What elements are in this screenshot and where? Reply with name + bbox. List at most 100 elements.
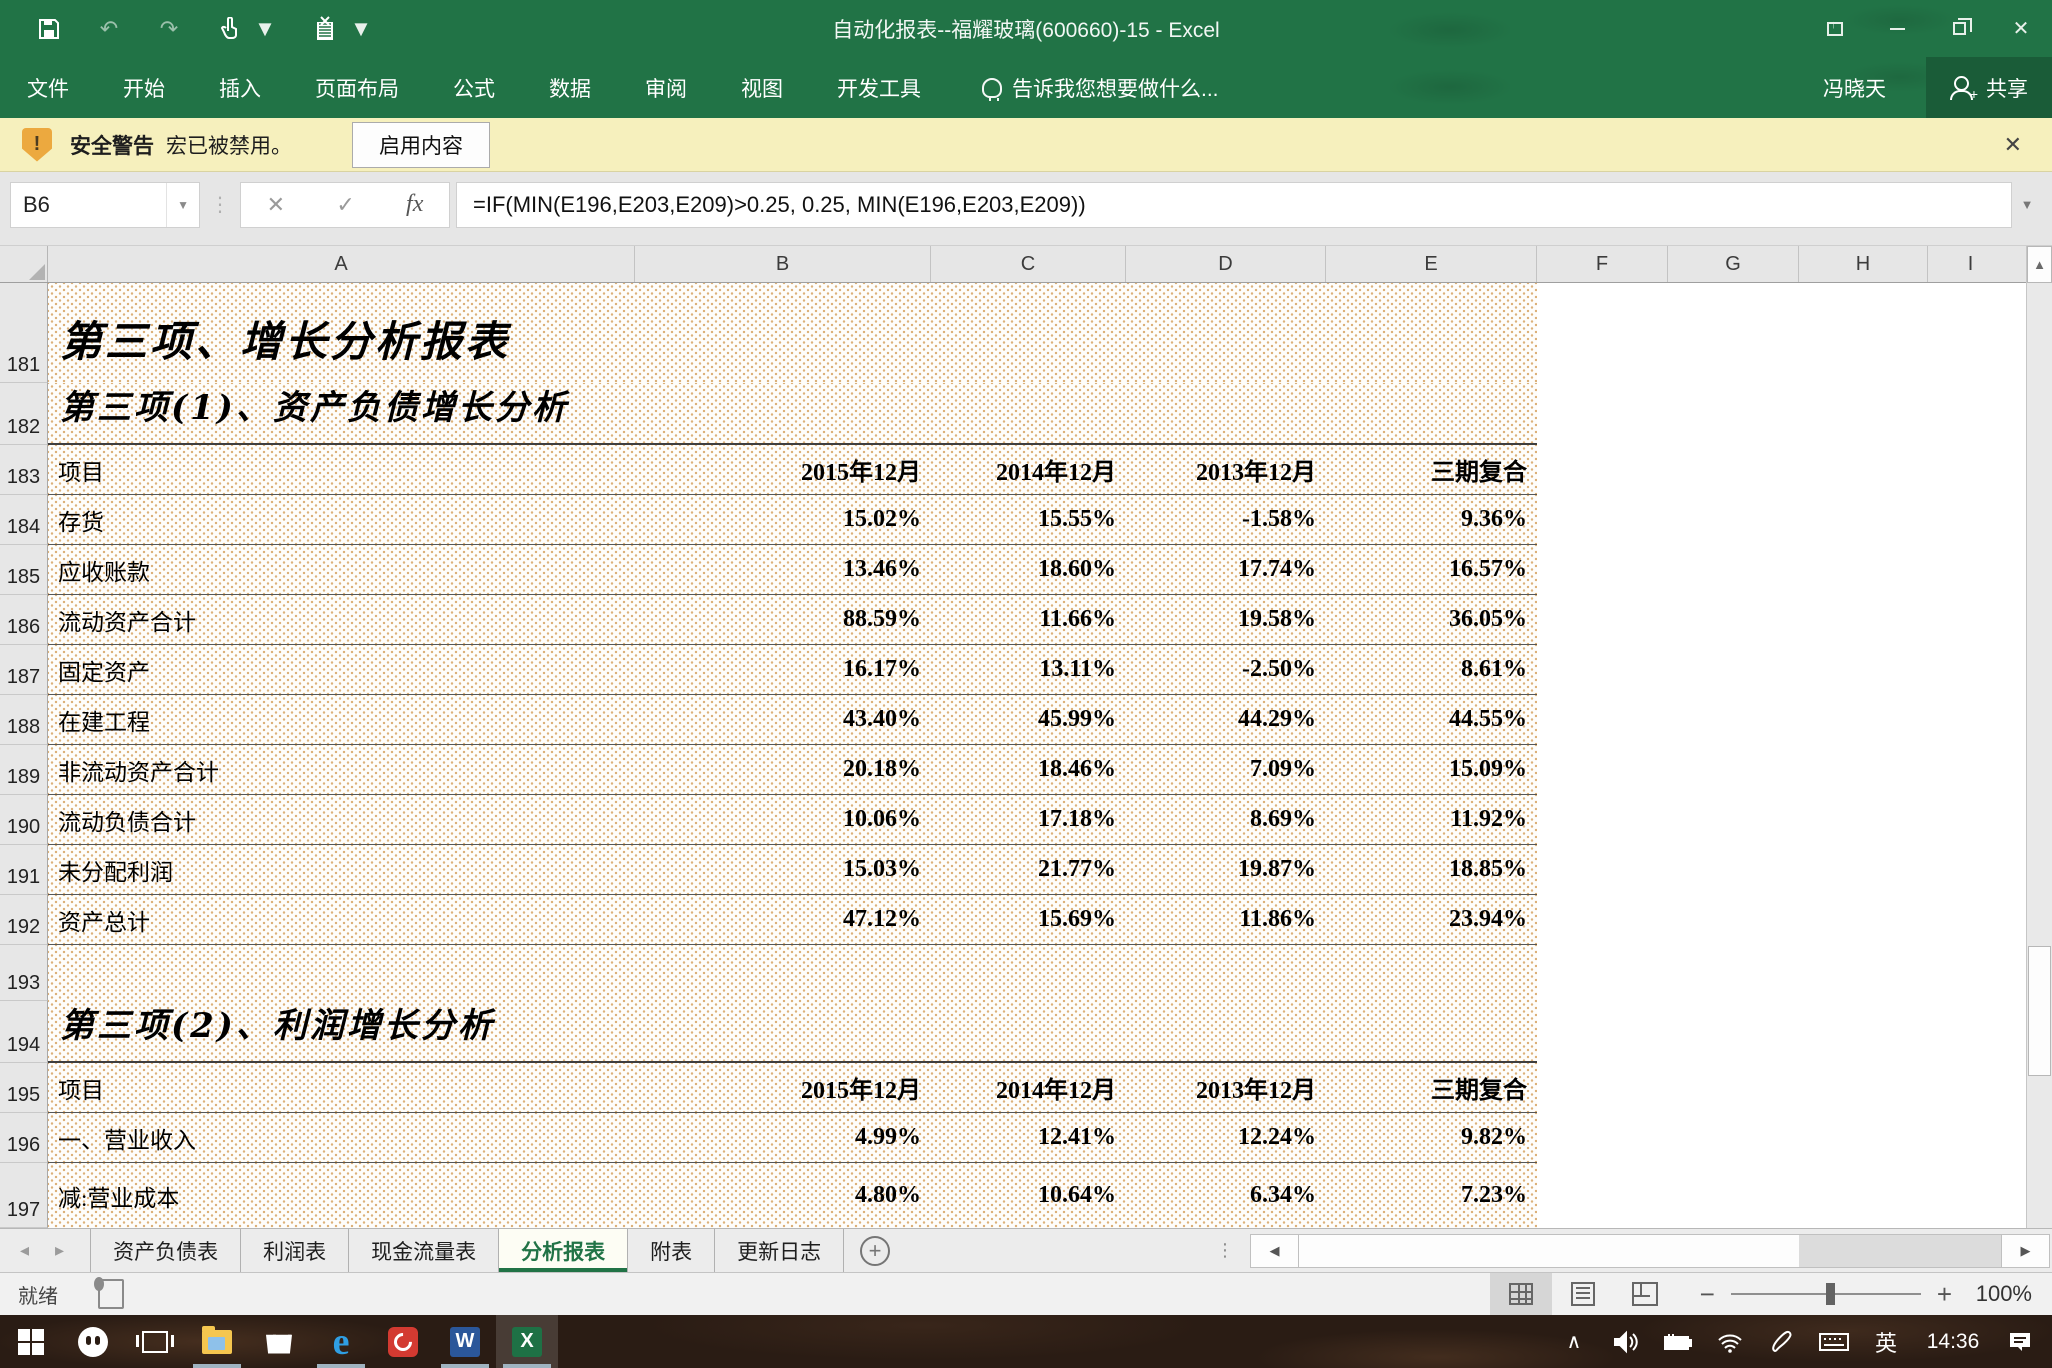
row-label[interactable]: 非流动资产合计 [48, 745, 635, 794]
cell-value[interactable]: 15.55% [931, 495, 1126, 544]
cell-value[interactable]: 15.03% [635, 845, 931, 894]
tab-review[interactable]: 审阅 [618, 57, 714, 118]
row-header-189[interactable]: 189 [0, 745, 48, 795]
zoom-slider[interactable] [1731, 1293, 1921, 1295]
empty-cells[interactable] [1537, 1001, 2026, 1063]
name-box-dropdown-icon[interactable]: ▼ [166, 183, 199, 227]
empty-cells[interactable] [1537, 283, 2026, 383]
file-explorer-button[interactable] [186, 1315, 248, 1368]
zoom-in-icon[interactable]: + [1937, 1279, 1952, 1310]
sheet-tab-balance[interactable]: 资产负债表 [90, 1229, 241, 1272]
cell-value[interactable]: 18.46% [931, 745, 1126, 794]
column-header-c[interactable]: C [931, 246, 1126, 282]
ribbon-display-options-button[interactable] [1804, 0, 1866, 57]
edge-button[interactable]: e [310, 1315, 372, 1368]
table1-header-2015[interactable]: 2015年12月 [635, 445, 931, 494]
cell-value[interactable]: 13.11% [931, 645, 1126, 694]
empty-cells[interactable] [1537, 1113, 2026, 1163]
empty-cells[interactable] [1537, 545, 2026, 595]
row-label[interactable]: 存货 [48, 495, 635, 544]
vertical-scroll-thumb[interactable] [2028, 946, 2051, 1076]
touch-mode-icon[interactable] [216, 16, 242, 42]
table1-header-item[interactable]: 项目 [48, 445, 635, 494]
wifi-icon[interactable] [1708, 1330, 1752, 1354]
scroll-right-icon[interactable]: ▶ [2001, 1235, 2049, 1267]
row-label[interactable]: 流动资产合计 [48, 595, 635, 644]
row-header-184[interactable]: 184 [0, 495, 48, 545]
row-label[interactable]: 固定资产 [48, 645, 635, 694]
cell-value[interactable]: 10.64% [931, 1163, 1126, 1228]
customize-qat-icon[interactable]: ▼ [348, 16, 374, 42]
undo-icon[interactable]: ↶ [96, 16, 122, 42]
netease-music-button[interactable] [372, 1315, 434, 1368]
empty-cells[interactable] [1537, 845, 2026, 895]
tell-me-box[interactable]: 告诉我您想要做什么... [982, 73, 1219, 103]
clock[interactable]: 14:36 [1916, 1330, 1990, 1354]
empty-cells[interactable] [1537, 1063, 2026, 1113]
normal-view-button[interactable] [1490, 1273, 1552, 1315]
cell-value[interactable]: 45.99% [931, 695, 1126, 744]
scroll-up-icon[interactable]: ▲ [2027, 246, 2052, 283]
cell-value[interactable]: 15.09% [1326, 745, 1537, 794]
tab-developer[interactable]: 开发工具 [810, 57, 948, 118]
cell-value[interactable]: 12.24% [1126, 1113, 1326, 1162]
empty-cells[interactable] [1537, 795, 2026, 845]
zoom-slider-thumb[interactable] [1826, 1283, 1835, 1305]
empty-cells[interactable] [1537, 895, 2026, 945]
cell-value[interactable]: -1.58% [1126, 495, 1326, 544]
row-header-197[interactable]: 197 [0, 1163, 48, 1228]
next-sheet-icon[interactable]: ▸ [55, 1240, 64, 1261]
cell-value[interactable]: 11.86% [1126, 895, 1326, 944]
start-button[interactable] [0, 1315, 62, 1368]
touch-mode-dropdown-icon[interactable]: ▼ [252, 16, 278, 42]
cell-value[interactable]: 11.66% [931, 595, 1126, 644]
tab-data[interactable]: 数据 [522, 57, 618, 118]
row-header-183[interactable]: 183 [0, 445, 48, 495]
tab-home[interactable]: 开始 [96, 57, 192, 118]
horizontal-scroll-track[interactable] [1799, 1235, 2001, 1267]
ime-language-indicator[interactable]: 英 [1864, 1326, 1908, 1358]
empty-cells[interactable] [1537, 945, 2026, 1001]
close-button[interactable]: ✕ [1990, 0, 2052, 57]
row-header-192[interactable]: 192 [0, 895, 48, 945]
cell-value[interactable]: 9.36% [1326, 495, 1537, 544]
empty-cells[interactable] [1537, 383, 2026, 445]
name-box[interactable]: B6 ▼ [10, 182, 200, 228]
cell-value[interactable]: 17.18% [931, 795, 1126, 844]
zoom-level[interactable]: 100% [1972, 1281, 2052, 1307]
page-layout-view-button[interactable] [1552, 1273, 1614, 1315]
cell-value[interactable]: 11.92% [1326, 795, 1537, 844]
column-header-a[interactable]: A [48, 246, 635, 282]
cell-value[interactable]: 18.60% [931, 545, 1126, 594]
cell-value[interactable]: 36.05% [1326, 595, 1537, 644]
sheet-tab-income[interactable]: 利润表 [241, 1229, 349, 1272]
cell-value[interactable]: 19.87% [1126, 845, 1326, 894]
cell-value[interactable]: 12.41% [931, 1113, 1126, 1162]
column-header-b[interactable]: B [635, 246, 931, 282]
empty-cells[interactable] [1537, 495, 2026, 545]
column-header-e[interactable]: E [1326, 246, 1537, 282]
cell-value[interactable]: 16.17% [635, 645, 931, 694]
cell-value[interactable]: 19.58% [1126, 595, 1326, 644]
redo-icon[interactable]: ↷ [156, 16, 182, 42]
share-button[interactable]: + 共享 [1926, 57, 2052, 118]
table2-header-2013[interactable]: 2013年12月 [1126, 1063, 1326, 1112]
prev-sheet-icon[interactable]: ◂ [20, 1240, 29, 1261]
cell-value[interactable]: 7.23% [1326, 1163, 1537, 1228]
sheet-tab-analysis[interactable]: 分析报表 [499, 1229, 628, 1272]
tab-view[interactable]: 视图 [714, 57, 810, 118]
macro-record-icon[interactable] [98, 1279, 124, 1309]
cell-value[interactable]: 20.18% [635, 745, 931, 794]
cell-value[interactable]: 9.82% [1326, 1113, 1537, 1162]
task-view-button[interactable] [124, 1315, 186, 1368]
excel-button[interactable]: X [496, 1315, 558, 1368]
cell-value[interactable]: 15.02% [635, 495, 931, 544]
pen-icon[interactable] [1760, 1329, 1804, 1355]
warning-close-icon[interactable]: ✕ [2004, 132, 2030, 158]
cell-value[interactable]: 8.61% [1326, 645, 1537, 694]
cell-value[interactable]: 8.69% [1126, 795, 1326, 844]
cell-value[interactable]: -2.50% [1126, 645, 1326, 694]
row-header-181[interactable]: 181 [0, 283, 48, 383]
tab-page-layout[interactable]: 页面布局 [288, 57, 426, 118]
vertical-scrollbar[interactable]: ▲ [2026, 246, 2052, 1228]
